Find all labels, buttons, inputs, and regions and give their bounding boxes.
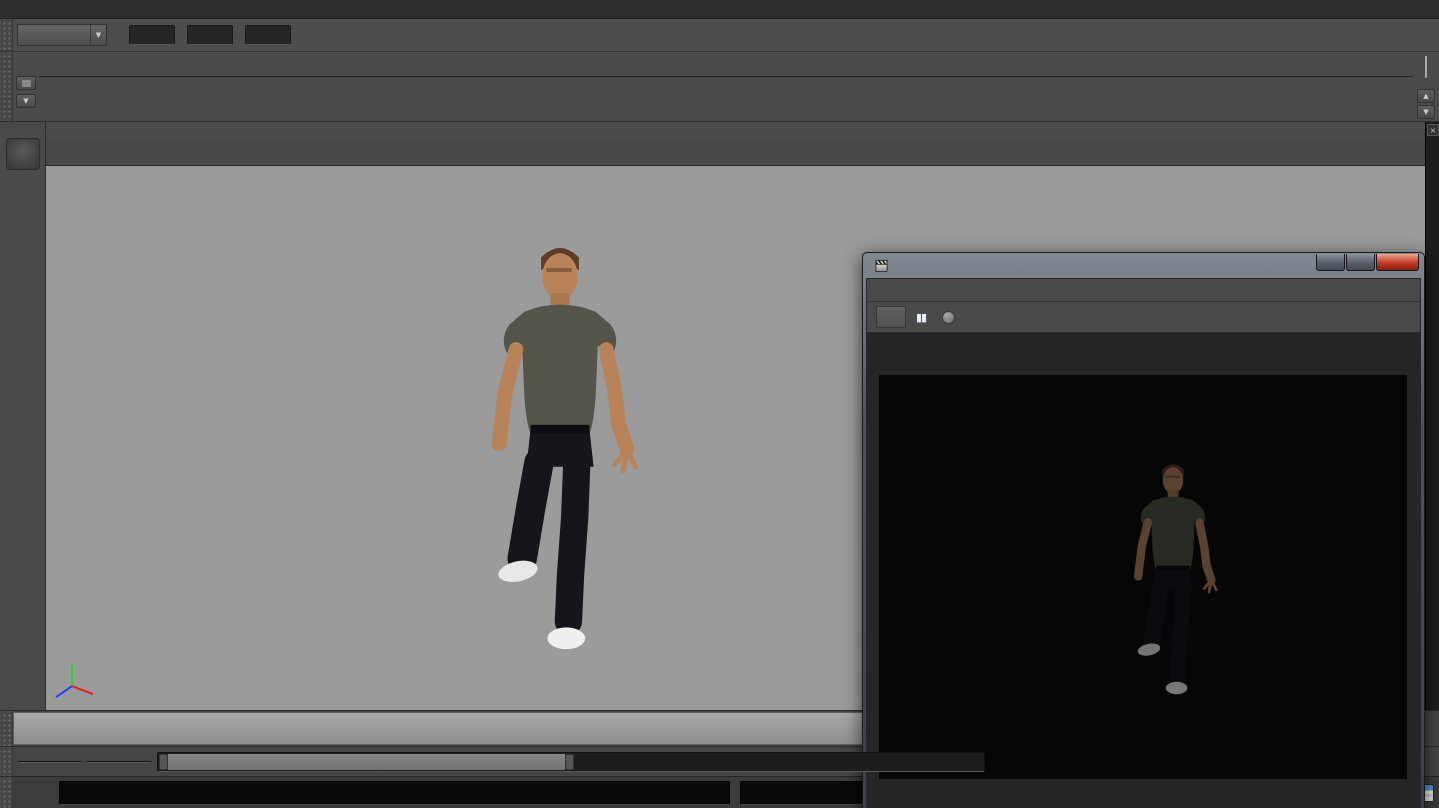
shelf-drag-handle[interactable] <box>0 52 13 121</box>
shelf-icon-row <box>39 77 1413 121</box>
z-coordinate-field[interactable] <box>245 25 291 45</box>
render-view-window: ▮▮ <box>862 252 1425 808</box>
pause-ipr-icon[interactable]: ▮▮ <box>916 311 926 324</box>
stop-render-icon[interactable] <box>942 311 955 324</box>
render-status-bar <box>867 786 1420 808</box>
coordinate-entry <box>117 25 291 45</box>
shelf: ▼ ▲ ▼ <box>0 52 1439 122</box>
maximize-button[interactable] <box>1346 254 1375 271</box>
trash-icon <box>1425 56 1427 78</box>
status-line: ▼ <box>0 19 1439 52</box>
maya-logo <box>6 138 40 170</box>
main-workspace: × ▮▮ <box>0 122 1439 710</box>
main-menubar <box>0 0 1439 19</box>
range-slider-drag-handle[interactable] <box>0 747 13 776</box>
playback-start-field[interactable] <box>87 761 151 763</box>
panel-toolbar <box>46 142 1425 166</box>
time-slider-drag-handle[interactable] <box>0 711 13 746</box>
close-button[interactable] <box>1376 254 1419 271</box>
rendered-image[interactable] <box>879 375 1407 779</box>
delete-shelf-item-icon[interactable] <box>1425 58 1427 77</box>
command-input-field[interactable] <box>59 781 730 805</box>
shelf-scroll-down-icon[interactable]: ▼ <box>1417 105 1435 119</box>
shelf-menu-button[interactable] <box>16 76 36 90</box>
x-coordinate-field[interactable] <box>129 25 175 45</box>
render-view-window-icon <box>874 258 889 273</box>
render-view-menubar <box>867 279 1420 302</box>
shelf-scroll-up-icon[interactable]: ▲ <box>1417 89 1435 103</box>
y-coordinate-field[interactable] <box>187 25 233 45</box>
axis-gizmo-icon <box>56 664 93 697</box>
renderer-selector[interactable] <box>876 306 906 328</box>
playback-range-slider[interactable] <box>157 752 985 772</box>
playback-range-bar[interactable] <box>159 754 574 770</box>
shelf-menu-icon <box>22 80 31 87</box>
range-end-handle[interactable] <box>565 754 574 770</box>
rendered-character <box>1137 464 1217 694</box>
shelf-tabs <box>39 52 1413 77</box>
panel-menubar <box>46 122 1425 142</box>
render-view-content <box>867 333 1420 786</box>
character-model[interactable] <box>496 248 635 649</box>
range-start-handle[interactable] <box>159 754 168 770</box>
shelf-tabs-toggle-button[interactable]: ▼ <box>16 94 36 108</box>
minimize-button[interactable] <box>1316 254 1345 271</box>
status-line-drag-handle[interactable] <box>0 19 13 51</box>
render-view-titlebar[interactable] <box>866 253 1421 278</box>
chevron-down-icon[interactable]: ▼ <box>90 25 106 45</box>
right-panel-strip: × <box>1425 122 1439 710</box>
command-line-drag-handle[interactable] <box>0 777 13 808</box>
render-view-toolbar: ▮▮ <box>867 302 1420 333</box>
panel-close-icon[interactable]: × <box>1427 124 1439 136</box>
toolbox <box>0 122 46 710</box>
animation-start-field[interactable] <box>18 761 82 763</box>
menu-set-selector[interactable]: ▼ <box>17 24 107 46</box>
maya-application-window: ▼ ▼ ▲ ▼ <box>0 0 1439 808</box>
